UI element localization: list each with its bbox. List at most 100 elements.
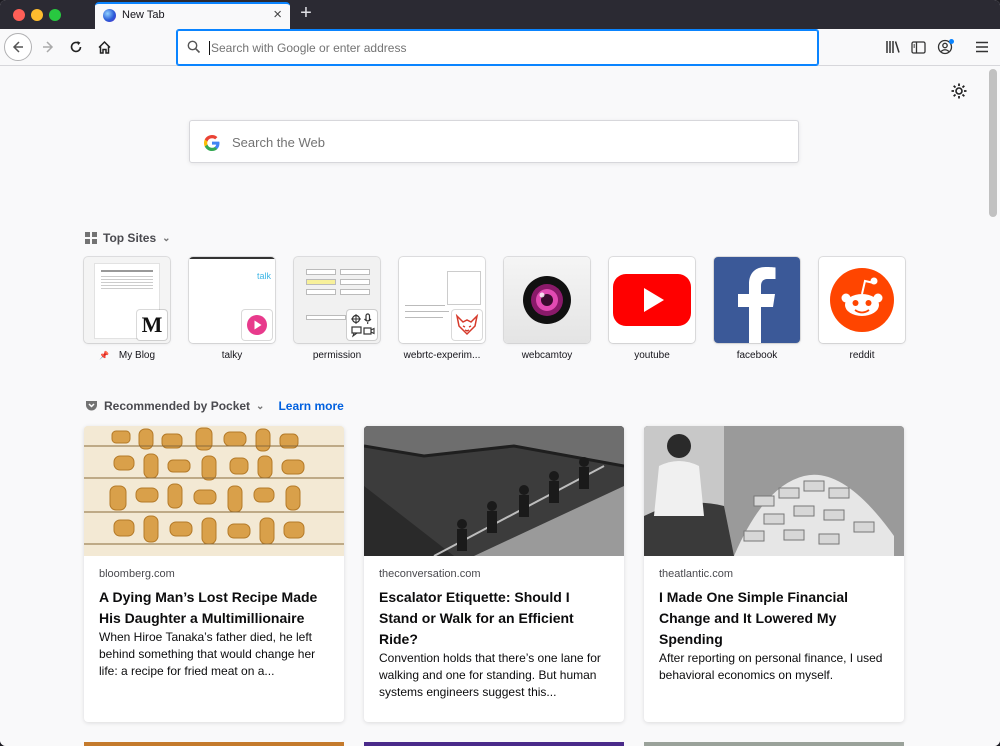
card-excerpt: Convention holds that there’s one lane f… [379,651,601,699]
menu-button[interactable] [968,33,996,61]
site-tile[interactable] [504,257,590,343]
close-window-button[interactable] [13,9,25,21]
minimize-window-button[interactable] [31,9,43,21]
site-tile[interactable] [714,257,800,343]
pocket-card[interactable]: theconversation.com Escalator Etiquette:… [364,426,624,722]
top-site-webrtc-experiment[interactable]: webrtc-experim... [399,257,485,361]
arrow-right-icon [43,41,54,53]
screenshot-box [340,269,370,275]
reddit-logo-icon [830,268,894,332]
talky-logo-icon [242,310,272,340]
firefox-icon [103,9,116,22]
youtube-logo-icon [613,274,691,326]
sidebar-icon [910,40,926,54]
sidebars-button[interactable] [904,33,932,61]
next-card-edge [84,742,344,746]
screenshot-topbar [189,257,275,259]
site-tile[interactable] [609,257,695,343]
pocket-card[interactable]: bloomberg.com A Dying Man’s Lost Recipe … [84,426,344,722]
tab-bar: New Tab × + [0,0,1000,29]
learn-more-link[interactable]: Learn more [278,399,343,413]
card-title: A Dying Man’s Lost Recipe Made His Daugh… [99,589,318,626]
top-sites-header[interactable]: Top Sites ⌄ [85,231,171,245]
screenshot-line [405,311,449,312]
web-search-box[interactable]: Search the Web [189,120,799,163]
screenshot-box [306,279,336,285]
card-title: Escalator Etiquette: Should I Stand or W… [379,589,574,647]
next-card-edge [364,742,624,746]
pin-icon: 📌 [98,351,109,360]
medium-logo-icon: M [137,310,167,340]
browser-window: New Tab × + Search with Google or enter … [0,0,1000,746]
site-tile[interactable] [294,257,380,343]
site-label: talky [221,350,243,361]
pocket-header: Recommended by Pocket ⌄ Learn more [85,399,344,413]
card-image-escalator [364,426,624,556]
facebook-logo-icon [738,267,776,343]
card-excerpt: After reporting on personal finance, I u… [659,651,883,682]
new-tab-page: Search the Web Top Sites ⌄ M 📌 My Blog t… [0,67,1000,746]
home-button[interactable] [90,33,118,61]
top-site-my-blog[interactable]: M 📌 My Blog [84,257,170,361]
site-tile[interactable] [819,257,905,343]
top-sites-grid: M 📌 My Blog talk talky permission webrtc… [84,257,914,367]
gear-icon [951,83,967,99]
forward-button[interactable] [34,33,62,61]
library-button[interactable] [879,33,907,61]
address-bar[interactable]: Search with Google or enter address [176,29,819,66]
pocket-card[interactable]: theatlantic.com I Made One Simple Financ… [644,426,904,722]
scrollbar-thumb[interactable] [989,69,997,217]
top-site-permission[interactable]: permission [294,257,380,361]
nav-bar: Search with Google or enter address [0,29,1000,66]
screenshot-line [405,305,445,306]
close-tab-icon[interactable]: × [273,6,282,24]
card-image-money-pile [644,426,904,556]
card-domain: theatlantic.com [659,568,733,580]
card-excerpt: When Hiroe Tanaka’s father died, he left… [99,630,316,678]
top-site-facebook[interactable]: facebook [714,257,800,361]
top-site-reddit[interactable]: reddit [819,257,905,361]
screenshot-box [340,289,370,295]
back-button[interactable] [4,33,32,61]
hamburger-menu-icon [976,41,988,53]
account-button[interactable] [932,33,960,61]
permissions-icon [347,310,377,340]
screenshot-box [447,271,481,305]
site-label: reddit [849,350,875,361]
chevron-down-icon[interactable]: ⌄ [256,401,264,412]
site-tile[interactable]: talk [189,257,275,343]
top-site-webcamtoy[interactable]: webcamtoy [504,257,590,361]
card-title: I Made One Simple Financial Change and I… [659,589,849,647]
search-icon [187,40,201,54]
screenshot-box [306,269,336,275]
chevron-down-icon[interactable]: ⌄ [162,233,170,244]
tab-new-tab[interactable]: New Tab × [95,2,290,29]
google-logo-icon [204,135,220,151]
pocket-title: Recommended by Pocket [104,399,251,413]
camera-lens-icon [523,276,571,324]
reload-icon [70,41,82,53]
fox-logo-icon [452,310,482,340]
top-sites-title: Top Sites [103,231,157,245]
site-tile[interactable] [399,257,485,343]
screenshot-box [306,289,336,295]
site-label: webcamtoy [521,350,573,361]
page-settings-button[interactable] [950,82,970,102]
library-icon [886,41,900,53]
top-site-talky[interactable]: talk talky [189,257,275,361]
arrow-left-icon [12,41,23,53]
screenshot-box [340,279,370,285]
new-tab-button[interactable]: + [296,2,316,26]
talky-wordmark: talk [256,271,271,281]
tab-title: New Tab [122,9,165,21]
pocket-icon [86,401,97,411]
grid-icon [85,232,97,244]
address-bar-placeholder: Search with Google or enter address [209,41,407,55]
screenshot-line [405,317,443,318]
zoom-window-button[interactable] [49,9,61,21]
next-card-edge [644,742,904,746]
site-tile[interactable]: M [84,257,170,343]
top-site-youtube[interactable]: youtube [609,257,695,361]
site-label: permission [312,350,362,361]
reload-button[interactable] [62,33,90,61]
